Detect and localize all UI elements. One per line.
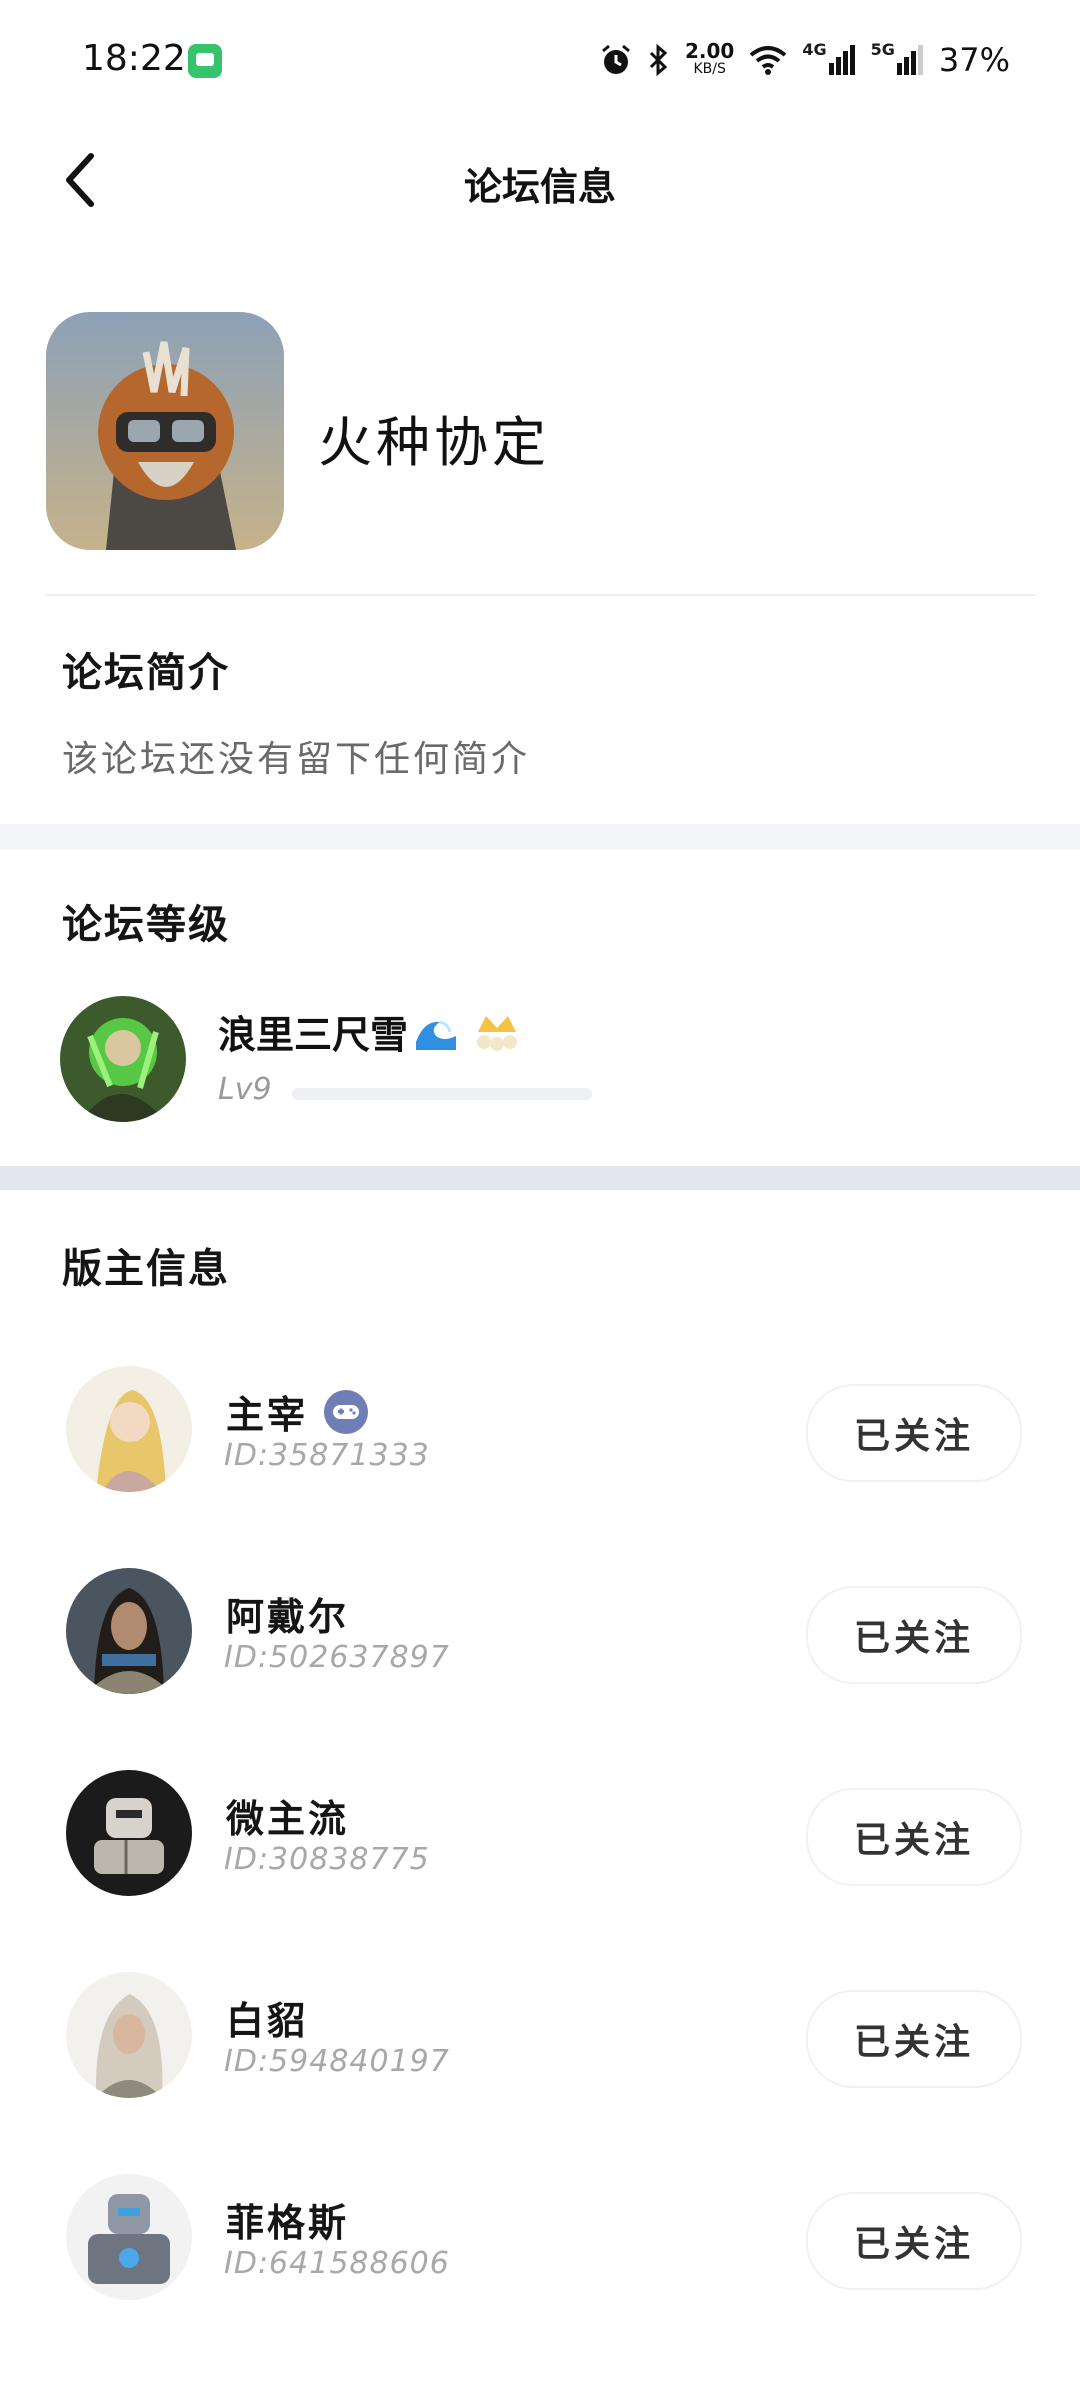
status-bar: 18:22 2.00 KB/S 4G 5G 37% — [0, 0, 1080, 120]
moderator-avatar[interactable] — [66, 1770, 192, 1896]
alarm-icon — [602, 44, 630, 74]
divider — [46, 594, 1036, 596]
intro-text: 该论坛还没有留下任何简介 — [62, 739, 531, 780]
moderator-avatar[interactable] — [66, 1366, 192, 1492]
section-separator — [0, 824, 1080, 850]
forum-avatar[interactable] — [46, 312, 284, 550]
signal-bars-icon — [896, 45, 923, 75]
moderator-name: 阿戴尔 — [226, 1595, 350, 1639]
network-speed: 2.00 KB/S — [684, 39, 735, 77]
moderator-avatar[interactable] — [66, 2174, 192, 2300]
moderator-name: 主宰 — [226, 1393, 309, 1437]
user-avatar[interactable] — [60, 996, 186, 1122]
follow-button[interactable]: 已关注 — [806, 1788, 1022, 1886]
wifi-icon — [750, 46, 787, 75]
moderator-name-row: 主宰 — [226, 1384, 369, 1439]
moderator-name: 菲格斯 — [226, 2201, 350, 2245]
moderator-row[interactable]: 阿戴尔 ID:502637897 已关注 — [0, 1522, 1080, 1724]
status-icons: 2.00 KB/S 4G 5G 37% — [599, 38, 1010, 82]
battery-level: 37% — [938, 41, 1010, 79]
moderator-row[interactable]: 主宰 ID:35871333 已关注 — [0, 1320, 1080, 1522]
follow-button[interactable]: 已关注 — [806, 2192, 1022, 2290]
follow-button[interactable]: 已关注 — [806, 1586, 1022, 1684]
moderator-name-row: 白貂 — [226, 1990, 308, 2045]
level-progress-bar — [292, 1088, 592, 1100]
moderator-row[interactable]: 菲格斯 ID:641588606 已关注 — [0, 2128, 1080, 2330]
intro-section-title: 论坛简介 — [62, 650, 230, 696]
moderators-section-title: 版主信息 — [62, 1246, 230, 1292]
signal-4g: 4G — [802, 40, 856, 75]
forum-name: 火种协定 — [318, 411, 550, 474]
message-app-icon — [188, 44, 222, 78]
moderator-row[interactable]: 微主流 ID:30838775 已关注 — [0, 1724, 1080, 1926]
moderator-id: ID:641588606 — [224, 2246, 450, 2281]
moderator-avatar[interactable] — [66, 1568, 192, 1694]
gamepad-badge-icon — [324, 1389, 369, 1434]
moderator-row[interactable]: 白貂 ID:594840197 已关注 — [0, 1926, 1080, 2128]
moderator-id: ID:502637897 — [224, 1640, 450, 1675]
top-bar: 论坛信息 — [0, 120, 1080, 240]
page-title: 论坛信息 — [463, 165, 616, 209]
moderator-id: ID:594840197 — [224, 2044, 450, 2079]
moderator-name-row: 阿戴尔 — [226, 1586, 349, 1641]
moderator-id: ID:35871333 — [224, 1438, 430, 1473]
moderator-name-row: 菲格斯 — [226, 2192, 349, 2247]
follow-button[interactable]: 已关注 — [806, 1384, 1022, 1482]
moderator-id: ID:30838775 — [224, 1842, 430, 1877]
signal-5g: 5G — [871, 40, 925, 75]
moderator-avatar[interactable] — [66, 1972, 192, 2098]
moderator-list: 主宰 ID:35871333 已关注 阿戴尔 ID:502637897 已关注 — [0, 1320, 1080, 2330]
crown-icon — [477, 1015, 518, 1051]
user-name: 浪里三尺雪 — [218, 1013, 409, 1057]
follow-button[interactable]: 已关注 — [806, 1990, 1022, 2088]
user-level: Lv9 — [218, 1072, 272, 1107]
user-name-row: 浪里三尺雪 — [218, 1004, 522, 1059]
status-time: 18:22 — [82, 38, 186, 79]
signal-bars-icon — [828, 45, 855, 75]
level-section-title: 论坛等级 — [62, 902, 230, 948]
moderator-name: 微主流 — [226, 1797, 350, 1841]
wave-icon — [416, 1020, 457, 1050]
moderator-name: 白貂 — [226, 1999, 309, 2043]
moderator-name-row: 微主流 — [226, 1788, 349, 1843]
bluetooth-icon — [649, 43, 668, 77]
section-separator — [0, 1166, 1080, 1190]
